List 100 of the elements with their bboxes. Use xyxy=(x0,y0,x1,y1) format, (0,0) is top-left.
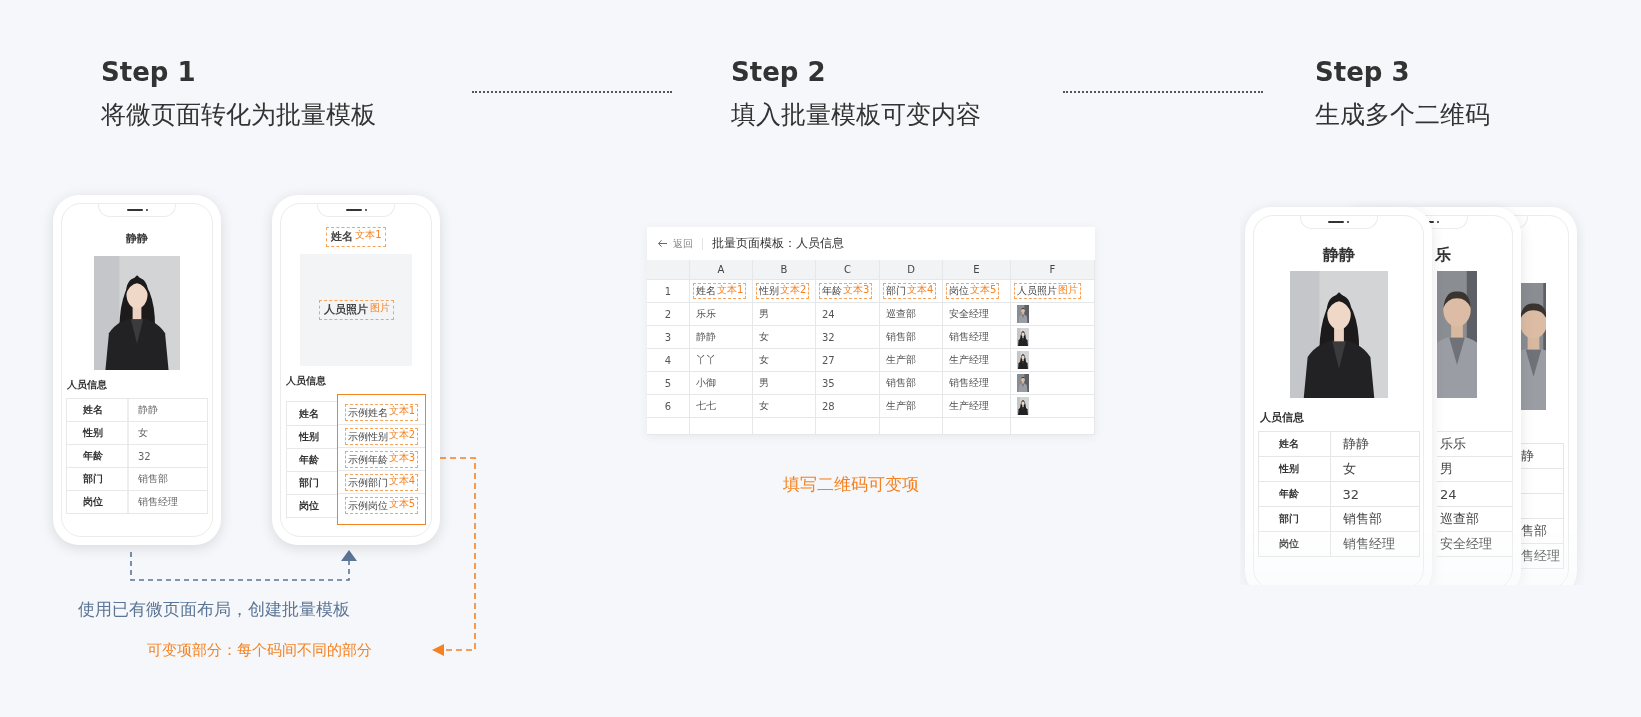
empty-cell xyxy=(753,418,816,435)
tag-label: 文本4 xyxy=(388,474,416,486)
empty-cell xyxy=(690,418,753,435)
step-title: 生成多个二维码 xyxy=(1315,99,1490,131)
field-value: 32 xyxy=(137,450,151,462)
caption: 填写二维码可变项 xyxy=(783,473,919,496)
step-label: Step 1 xyxy=(101,56,197,89)
table-cell: 销售部 xyxy=(880,326,943,349)
field-label: 岗位 xyxy=(949,284,969,298)
tag-label: 文本2 xyxy=(780,284,807,295)
table-cell: 销售经理 xyxy=(943,372,1011,395)
empty-cell xyxy=(943,418,1011,435)
empty-cell xyxy=(647,418,690,435)
table-cell: 小御 xyxy=(690,372,753,395)
tag-label: 文本1 xyxy=(388,405,416,416)
field-label: 岗位 xyxy=(67,491,129,513)
column-header: C xyxy=(816,260,880,280)
table-cell: 销售部 xyxy=(880,372,943,395)
column-header: D xyxy=(880,260,943,280)
field-label: 年龄 xyxy=(287,448,337,471)
page-title: 批量页面模板：人员信息 xyxy=(712,235,844,252)
step-label: Step 3 xyxy=(1315,56,1411,89)
field-label: 年龄 xyxy=(1258,482,1331,506)
field-value: 静静 xyxy=(1341,435,1369,453)
table-cell: 女 xyxy=(753,326,816,349)
table-cell: 24 xyxy=(816,303,880,326)
person-name: 静静 xyxy=(1322,245,1355,266)
back-arrow-icon xyxy=(657,239,668,248)
table-cell: 男 xyxy=(753,303,816,326)
table-cell: 丫丫 xyxy=(690,349,753,372)
table-cell: 27 xyxy=(816,349,880,372)
field-label: 部门 xyxy=(67,468,129,490)
field-label: 人员照片 xyxy=(323,302,368,318)
table-cell: 女 xyxy=(753,395,816,418)
field-value: 静静 xyxy=(137,403,158,417)
field-label: 姓名 xyxy=(67,399,129,421)
table-cell: 生产部 xyxy=(880,349,943,372)
field-value: 男 xyxy=(1439,460,1453,478)
tag-label: 图片 xyxy=(1058,284,1078,295)
row-number: 5 xyxy=(647,372,690,395)
field-label: 岗位 xyxy=(1258,532,1331,556)
field-value: 安全经理 xyxy=(1439,535,1492,553)
field-value: 女 xyxy=(1341,460,1356,478)
field-value: 销售经理 xyxy=(137,495,178,509)
person-name: 乐 xyxy=(1435,245,1452,266)
field-label: 姓名 xyxy=(298,406,320,421)
column-header: E xyxy=(943,260,1011,280)
field-label: 年龄 xyxy=(822,284,842,298)
step-title: 将微页面转化为批量模板 xyxy=(101,99,376,131)
field-label: 岗位 xyxy=(287,494,337,517)
tag-label: 文本5 xyxy=(970,284,997,295)
field-label: 性别 xyxy=(67,422,129,444)
back-link[interactable]: 返回 xyxy=(657,236,693,251)
field-label: 示例年龄 xyxy=(347,452,388,467)
field-label: 示例部门 xyxy=(347,475,388,490)
field-label: 示例岗位 xyxy=(347,498,388,513)
row-number: 3 xyxy=(647,326,690,349)
field-label: 部门 xyxy=(287,471,337,494)
person-name: 静静 xyxy=(126,231,148,246)
column-header: B xyxy=(753,260,816,280)
field-label: 姓名 xyxy=(1258,432,1331,456)
row-number: 1 xyxy=(647,280,690,303)
field-label: 部门 xyxy=(1258,507,1331,531)
field-label: 姓名 xyxy=(331,229,354,245)
field-value: 销售经理 xyxy=(1341,535,1395,553)
table-cell: 静静 xyxy=(690,326,753,349)
field-value: 销售部 xyxy=(1341,510,1382,528)
caption: 可变项部分：每个码间不同的部分 xyxy=(147,641,372,660)
tag-label: 文本1 xyxy=(717,284,744,295)
column-header: A xyxy=(690,260,753,280)
tag-label: 图片 xyxy=(369,302,390,313)
section-title: 人员信息 xyxy=(1260,410,1304,426)
table-cell: 男 xyxy=(753,372,816,395)
step-label: Step 2 xyxy=(731,56,827,89)
table-cell: 生产经理 xyxy=(943,395,1011,418)
table-cell: 32 xyxy=(816,326,880,349)
field-value: 销售部 xyxy=(137,472,168,486)
empty-cell xyxy=(880,418,943,435)
field-value: 巡查部 xyxy=(1439,510,1479,528)
row-number: 4 xyxy=(647,349,690,372)
tag-label: 文本3 xyxy=(388,451,416,463)
field-label: 部门 xyxy=(886,284,906,298)
table-cell: 巡查部 xyxy=(880,303,943,326)
tag-label: 文本4 xyxy=(907,284,934,295)
field-value: 24 xyxy=(1439,486,1457,502)
field-value: 售经理 xyxy=(1521,547,1560,565)
section-title: 人员信息 xyxy=(67,378,107,392)
table-cell: 28 xyxy=(816,395,880,418)
step-title: 填入批量模板可变内容 xyxy=(731,99,981,131)
table-cell: 七七 xyxy=(690,395,753,418)
table-cell: 销售经理 xyxy=(943,326,1011,349)
table-cell: 乐乐 xyxy=(690,303,753,326)
column-header: F xyxy=(1011,260,1095,280)
field-label: 姓名 xyxy=(696,284,716,298)
field-value: 32 xyxy=(1341,486,1360,502)
table-cell: 女 xyxy=(753,349,816,372)
table-cell: 生产经理 xyxy=(943,349,1011,372)
tag-label: 文本1 xyxy=(355,229,382,240)
empty-cell xyxy=(816,418,880,435)
caption: 使用已有微页面布局，创建批量模板 xyxy=(78,598,350,621)
